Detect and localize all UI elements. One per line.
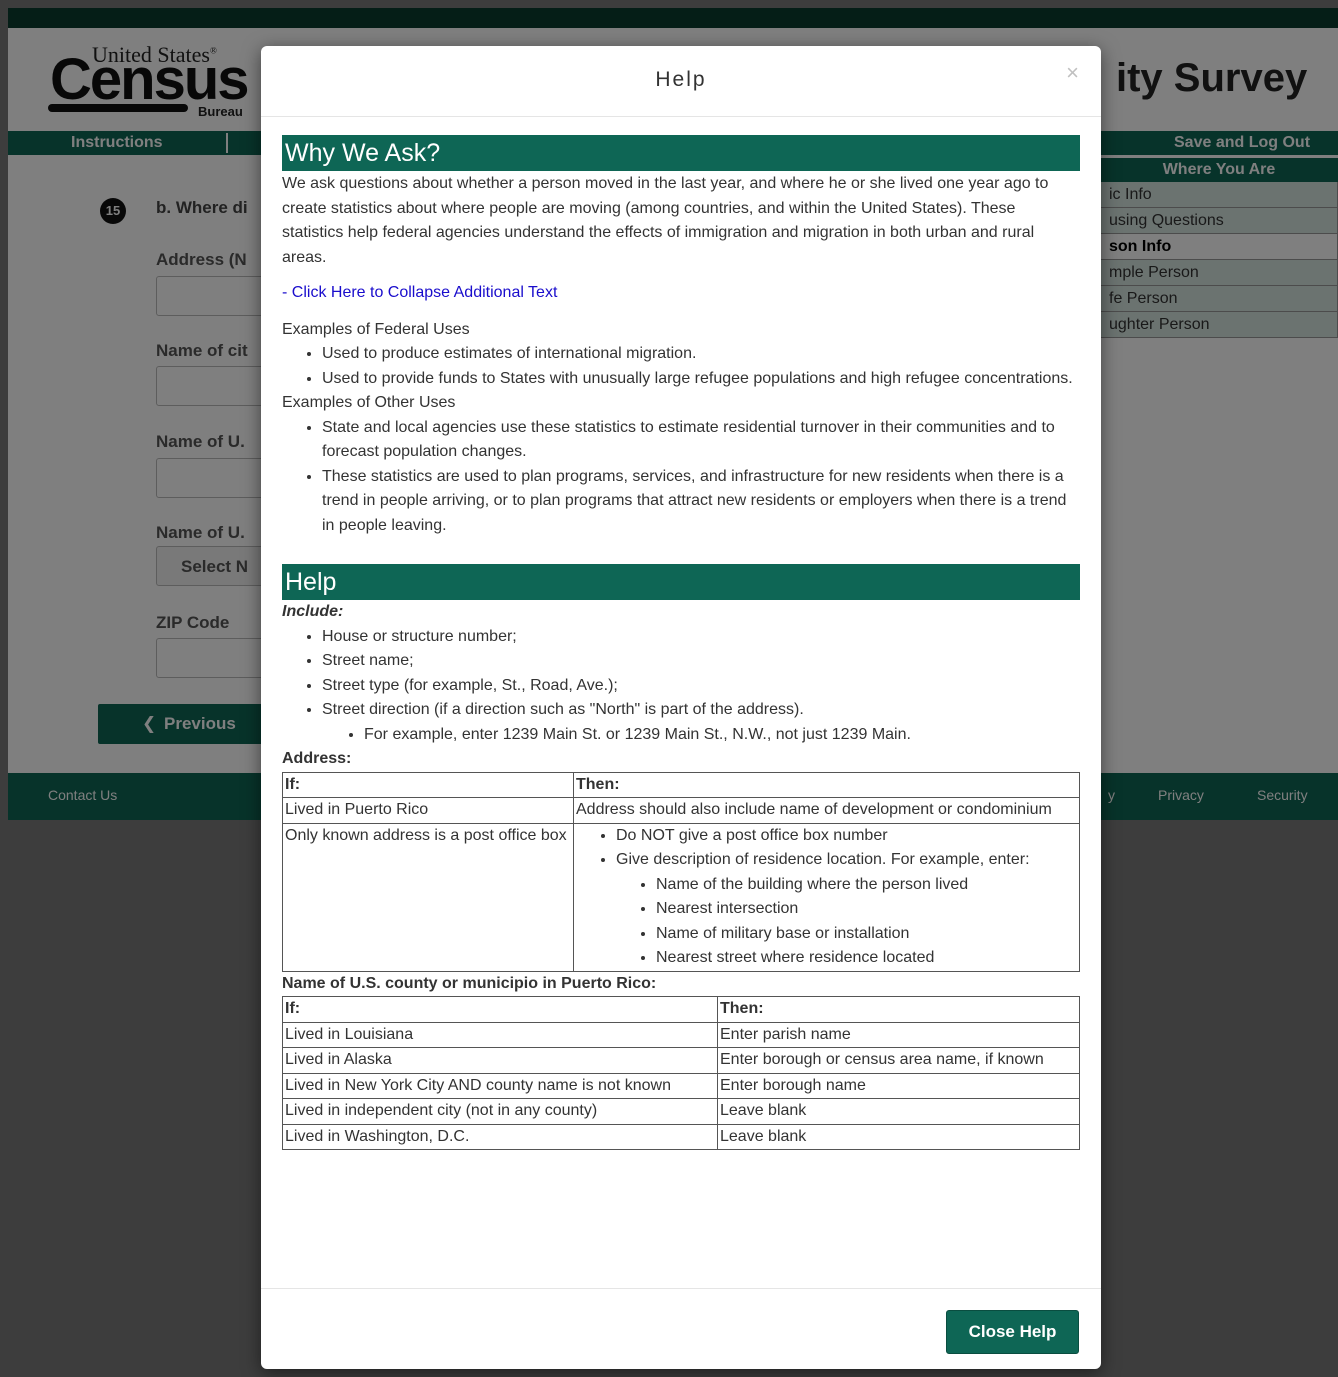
table-cell: Lived in New York City AND county name i… [282,1072,718,1099]
table-cell: Leave blank [717,1123,1080,1150]
close-icon[interactable]: × [1066,60,1079,86]
list-item: Nearest intersection [656,897,1077,922]
table-row: If: Then: [282,771,1080,798]
table-cell: Lived in Louisiana [282,1021,718,1048]
why-we-ask-heading: Why We Ask? [282,135,1080,171]
why-we-ask-text: We ask questions about whether a person … [282,175,1049,266]
table-cell: Only known address is a post office box [282,822,574,972]
federal-uses-heading: Examples of Federal Uses [282,320,470,338]
list-item: These statistics are used to plan progra… [322,465,1080,539]
table-cell: Enter borough name [717,1072,1080,1099]
help-dialog-footer: Close Help [261,1288,1101,1370]
include-list: House or structure number; Street name; … [282,625,1080,748]
list-item: For example, enter 1239 Main St. or 1239… [364,723,1080,748]
include-label: Include: [282,603,344,620]
list-item: Used to provide funds to States with unu… [322,367,1080,392]
help-dialog: Help × Why We Ask? We ask questions abou… [261,46,1101,1369]
list-item: State and local agencies use these stati… [322,416,1080,465]
close-help-button[interactable]: Close Help [946,1310,1079,1354]
help-heading: Help [282,564,1080,600]
collapse-text-link[interactable]: - Click Here to Collapse Additional Text [282,284,557,301]
federal-uses-list: Used to produce estimates of internation… [282,342,1080,391]
list-item: Give description of residence location. … [616,848,1077,971]
list-item: Name of military base or installation [656,922,1077,947]
county-table-label: Name of U.S. county or municipio in Puer… [282,974,657,992]
other-uses-list: State and local agencies use these stati… [282,416,1080,539]
table-row: Lived in New York City AND county name i… [282,1072,1080,1099]
po-box-list: Do NOT give a post office box number Giv… [576,824,1077,971]
table-row: Lived in Alaska Enter borough or census … [282,1047,1080,1074]
list-item: Street name; [322,649,1080,674]
table-header-if: If: [282,996,718,1023]
table-header-then: Then: [717,996,1080,1023]
county-table: If: Then: Lived in Louisiana Enter paris… [282,996,1080,1150]
table-row: Lived in Puerto Rico Address should also… [282,797,1080,824]
table-cell: Address should also include name of deve… [573,797,1080,824]
list-item: Used to produce estimates of internation… [322,342,1080,367]
table-cell: Lived in Puerto Rico [282,797,574,824]
table-row: Lived in independent city (not in any co… [282,1098,1080,1125]
table-cell: Lived in Washington, D.C. [282,1123,718,1150]
help-dialog-header: Help × [261,46,1101,117]
table-cell: Enter parish name [717,1021,1080,1048]
table-header-if: If: [282,771,574,798]
table-cell: Leave blank [717,1098,1080,1125]
list-item: Do NOT give a post office box number [616,824,1077,849]
table-header-then: Then: [573,771,1080,798]
table-cell: Do NOT give a post office box number Giv… [573,822,1080,972]
list-item: Nearest street where residence located [656,946,1077,971]
address-table: If: Then: Lived in Puerto Rico Address s… [282,771,1080,972]
list-item: Street type (for example, St., Road, Ave… [322,674,1080,699]
table-row: Lived in Washington, D.C. Leave blank [282,1123,1080,1150]
po-box-sub-list: Name of the building where the person li… [616,873,1077,971]
include-sub-list: For example, enter 1239 Main St. or 1239… [322,723,1080,748]
table-row: If: Then: [282,996,1080,1023]
table-cell: Lived in independent city (not in any co… [282,1098,718,1125]
help-dialog-body: Why We Ask? We ask questions about wheth… [282,135,1080,1150]
table-row: Only known address is a post office box … [282,822,1080,972]
address-table-label: Address: [282,750,352,767]
help-dialog-title: Help [655,68,707,91]
other-uses-heading: Examples of Other Uses [282,394,456,411]
list-item: Name of the building where the person li… [656,873,1077,898]
table-cell: Enter borough or census area name, if kn… [717,1047,1080,1074]
list-item: Street direction (if a direction such as… [322,698,1080,747]
table-cell: Lived in Alaska [282,1047,718,1074]
table-row: Lived in Louisiana Enter parish name [282,1021,1080,1048]
list-item: House or structure number; [322,625,1080,650]
